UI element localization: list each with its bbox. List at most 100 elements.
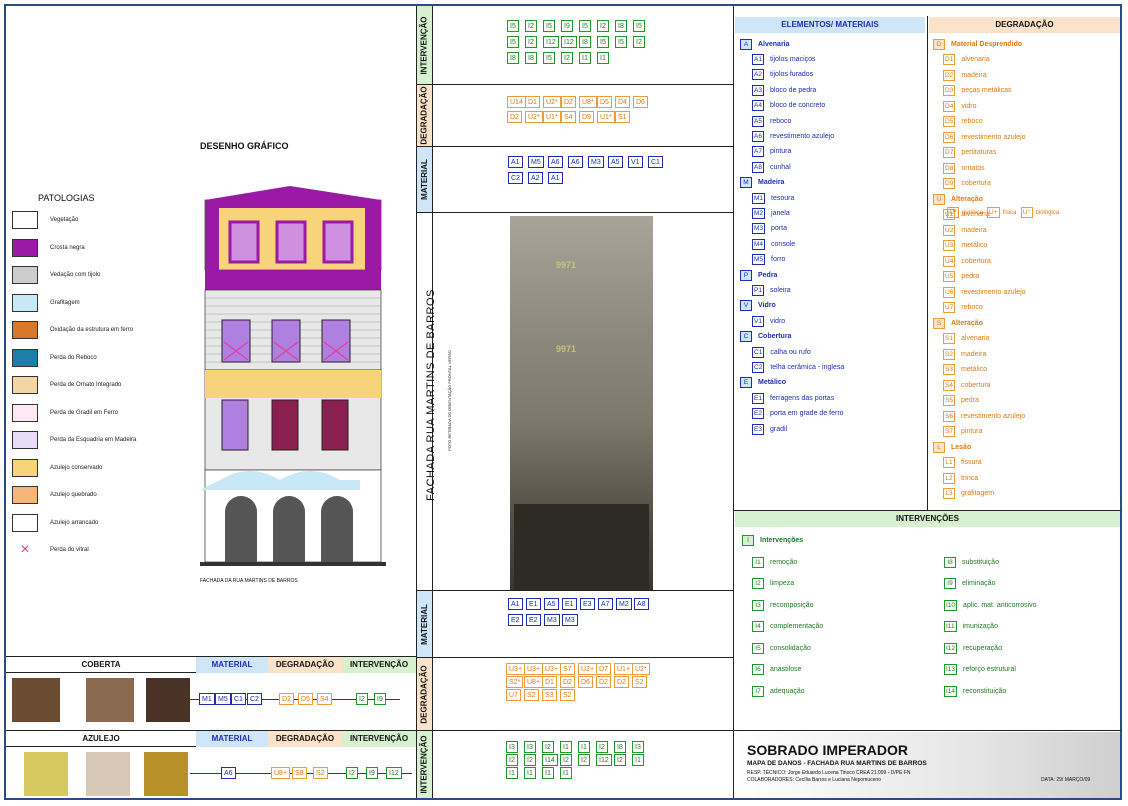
element-code: V1: [752, 315, 764, 327]
degradacao-code: D6: [943, 131, 956, 143]
code-tag: I2: [597, 20, 609, 32]
code-tag: U2*: [543, 96, 561, 108]
code-tag: M3: [588, 156, 604, 168]
element-item: P1 soleira: [752, 284, 791, 296]
code-tag: I1: [506, 767, 518, 779]
code-tag: D7: [596, 663, 611, 675]
code-tag: I8: [614, 741, 626, 753]
element-label: Cobertura: [758, 333, 792, 341]
element-item: C2 telha cerâmica - inglesa: [752, 361, 844, 373]
intervencao-item: I7 adequação: [752, 685, 805, 697]
legend-label: Perda da Esquadria em Madeira: [50, 437, 137, 443]
coberta-photo-1: [12, 678, 60, 722]
code-tag: S8: [292, 767, 307, 779]
legend-item: Perda do Reboco: [12, 348, 97, 368]
intervencao-item: I11 imunização: [944, 621, 998, 633]
code-tag: I9: [374, 693, 386, 705]
element-item: A6 revestimento azulejo: [752, 130, 834, 142]
element-code: M1: [752, 192, 766, 204]
degradacao-code: L: [933, 441, 945, 453]
code-tag: U2*: [525, 111, 543, 123]
degradacao-label: Alteração: [951, 319, 983, 327]
code-tag: I8: [525, 52, 537, 64]
elementos-header: ELEMENTOS/ MATERIAIS: [735, 17, 925, 33]
code-tag: S2: [560, 689, 575, 701]
element-code: M: [740, 177, 752, 189]
degradacao-code: S3: [943, 364, 955, 375]
degradacao-code: S6: [943, 410, 955, 422]
degradacao-item: S7 pintura: [943, 426, 982, 438]
intervencao-label: imunização: [962, 623, 998, 630]
degradacao-item: D1 alvenaria: [943, 54, 990, 66]
element-code: E: [740, 377, 752, 389]
degradacao-code: U5: [943, 271, 956, 282]
intervencao-item: I8 substituição: [944, 556, 999, 568]
element-code: A6: [752, 130, 764, 142]
degradacao-label: metálico: [961, 366, 988, 373]
element-item: C1 calha ou rufo: [752, 346, 811, 358]
coberta-degradacao-header: DEGRADAÇÃO: [268, 657, 342, 673]
code-tag: U7: [506, 689, 521, 701]
element-code: C2: [752, 361, 765, 373]
code-tag: U2+: [578, 663, 598, 675]
code-tag: A6: [568, 156, 583, 168]
degradacao-label: fissura: [961, 459, 982, 466]
element-label: bloco de pedra: [770, 86, 817, 94]
degradacao-code: L2: [943, 472, 955, 484]
code-tag: D6: [578, 676, 593, 688]
code-tag: A1: [548, 172, 563, 184]
legend-label: Azulejo arrancado: [50, 519, 99, 526]
degradacao-item: U5 pedra: [943, 271, 979, 283]
legend-swatch: [12, 321, 38, 339]
code-tag: S2: [632, 676, 647, 688]
code-tag: I1: [632, 754, 644, 766]
degradacao-label: revestimento azulejo: [961, 133, 1026, 141]
legend-swatch: [12, 376, 38, 394]
code-tag: I2: [614, 754, 626, 766]
element-code: A8: [752, 161, 764, 173]
u-subtype-label: biológica: [1035, 209, 1060, 216]
intervencao-item: I10 aplic. mat. anticorrosivo: [944, 599, 1037, 611]
intervencao-label: recuperação: [963, 644, 1002, 652]
degradacao-item: L2 trinca: [943, 472, 978, 484]
element-item: V Vidro: [740, 300, 776, 312]
element-label: cunhal: [770, 163, 791, 171]
intervencao-item: I3 recomposição: [752, 599, 814, 611]
code-tag: M5: [215, 693, 231, 705]
legend-item: Azulejo quebrado: [12, 485, 97, 505]
intervencao-item: I5 consolidação: [752, 642, 811, 654]
element-item: C Cobertura: [740, 331, 791, 343]
degradacao-label: revestimento azulejo: [961, 288, 1026, 296]
legend-label: Grafitagem: [50, 299, 80, 306]
code-tag: A1: [508, 598, 523, 610]
element-label: soleira: [770, 286, 791, 294]
element-label: janela: [771, 209, 790, 217]
element-label: revestimento azulejo: [770, 132, 835, 140]
code-tag: I5: [543, 20, 555, 32]
legend-swatch: [12, 486, 38, 504]
intervencao-label: reconstituição: [963, 687, 1007, 695]
code-tag: I2: [633, 36, 645, 48]
element-code: P1: [752, 284, 764, 296]
element-code: E1: [752, 392, 764, 404]
code-tag: I1: [579, 52, 591, 64]
element-label: Metálico: [758, 379, 787, 387]
element-item: A Alvenaria: [740, 38, 790, 50]
legend-item: Azulejo arrancado: [12, 513, 98, 533]
element-label: calha ou rufo: [770, 348, 811, 356]
foto-vertical-note: FOTO RETIRADA DE ORIENTAÇÃO FRONTAL VERS…: [446, 349, 452, 451]
intervencao-item: I14 reconstituição: [944, 685, 1006, 697]
degradacao-item: U3 metálico: [943, 240, 987, 252]
degradacao-label: ornatos: [961, 164, 985, 172]
degradacao-item: D7 pertitaturas: [943, 147, 996, 159]
code-tag: A5: [608, 156, 623, 168]
intervencao-label: aplic. mat. anticorrosivo: [963, 601, 1037, 609]
code-tag: U8+: [271, 767, 291, 779]
degradacao-code: U: [933, 193, 945, 205]
code-tag: I8: [615, 20, 627, 32]
intervencao-code: I4: [752, 621, 764, 632]
intervencao-label: complementação: [770, 623, 824, 630]
element-code: A1: [752, 53, 764, 65]
legend-label: Azulejo conservado: [50, 464, 103, 471]
code-tag: A8: [634, 598, 649, 610]
